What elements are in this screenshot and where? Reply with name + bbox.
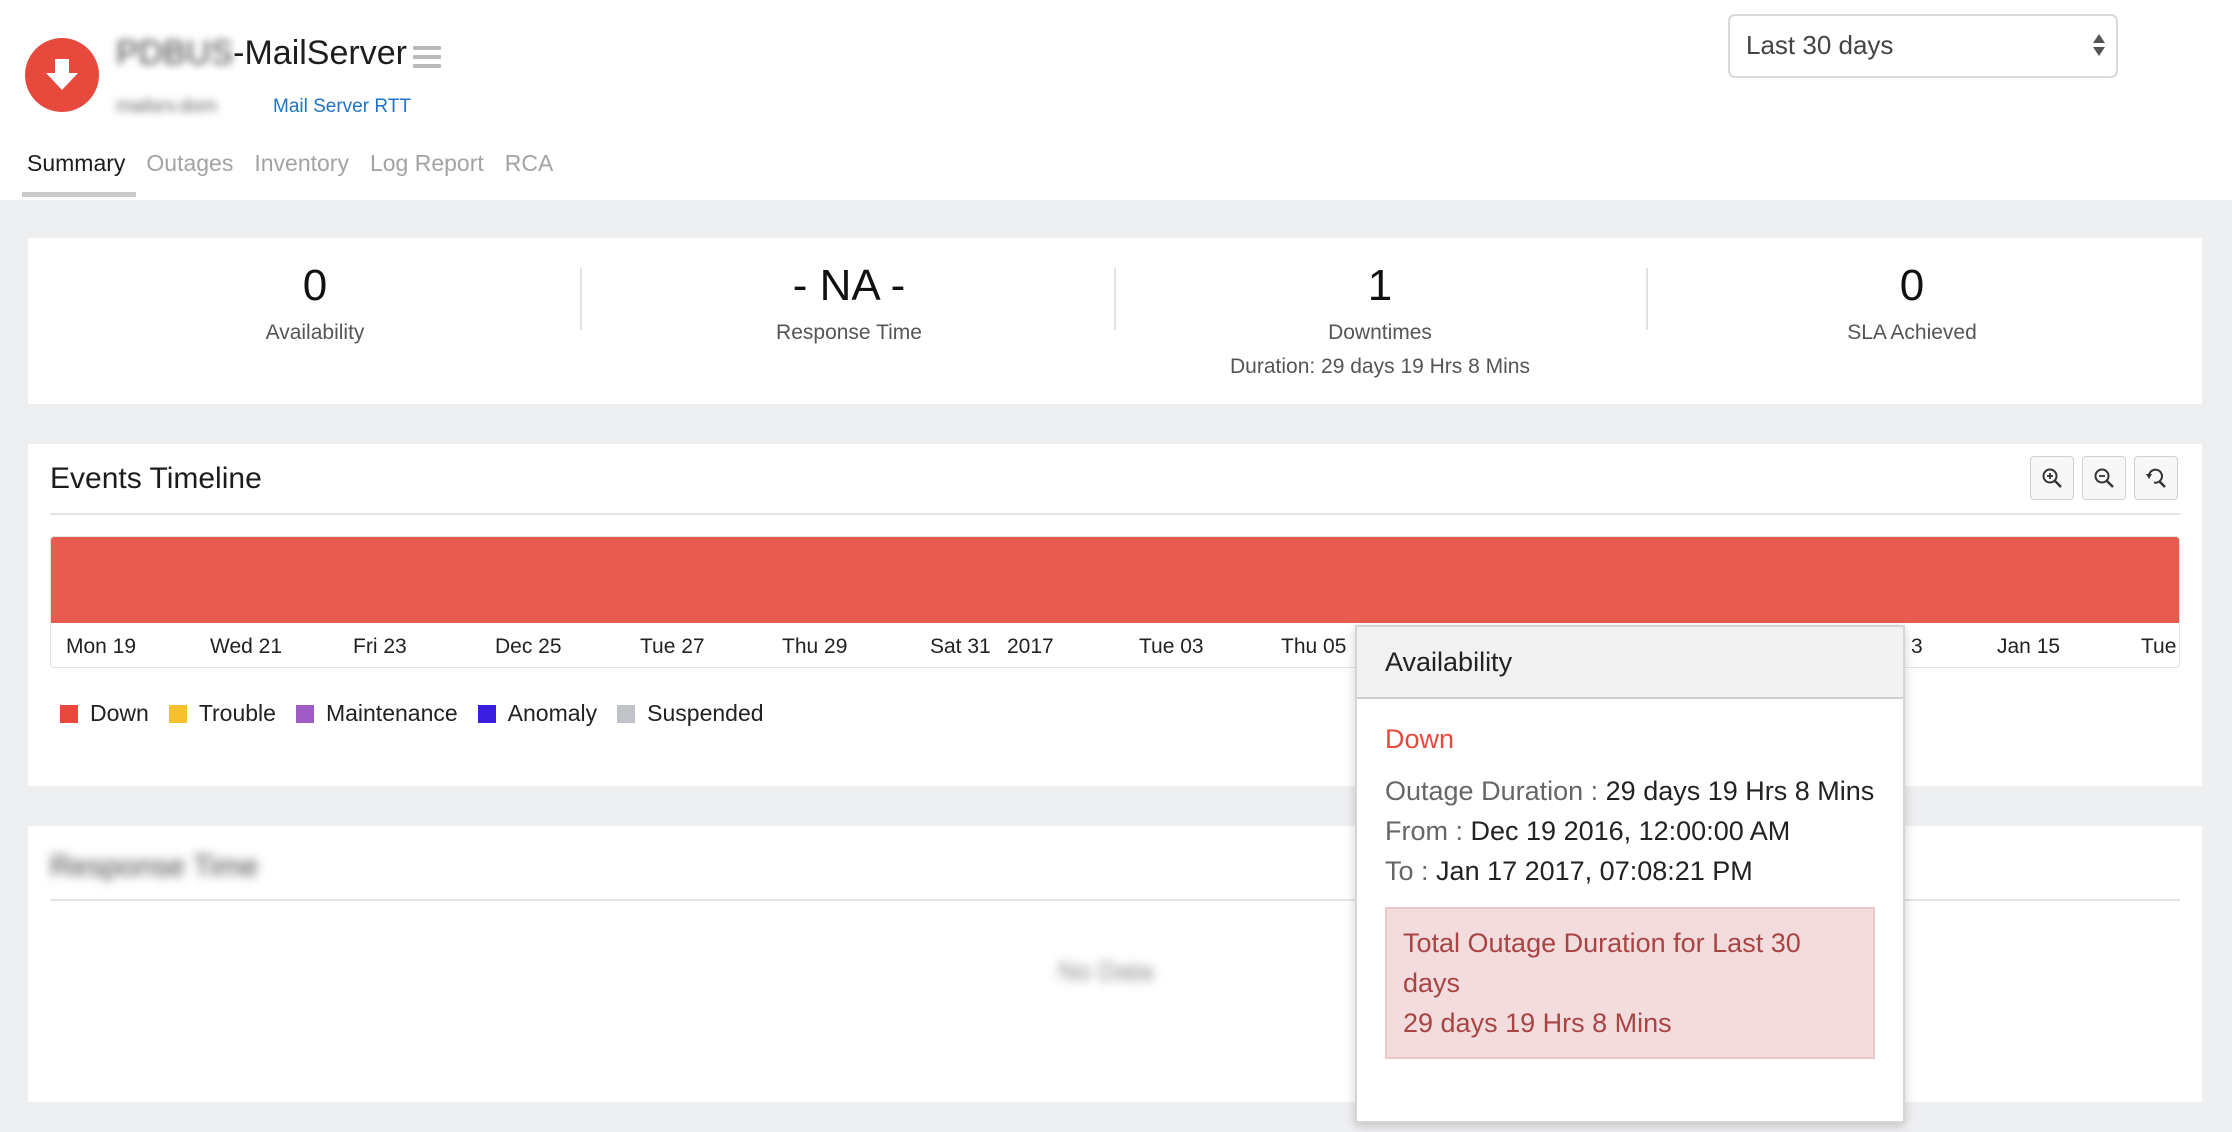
timeline-tick: Tue 27 bbox=[640, 635, 705, 658]
stat-divider bbox=[1114, 268, 1116, 330]
tooltip-total-label: Total Outage Duration for Last 30 days bbox=[1403, 928, 1801, 998]
tooltip-key: Outage Duration : bbox=[1385, 776, 1599, 806]
legend-label: Down bbox=[90, 700, 149, 726]
zoom-controls bbox=[2022, 456, 2178, 500]
legend-item-down[interactable]: Down bbox=[60, 700, 149, 727]
stat-response-time: - NA - Response Time bbox=[599, 258, 1099, 345]
legend-item-suspended[interactable]: Suspended bbox=[617, 700, 764, 727]
timeline-down-bar[interactable] bbox=[51, 537, 2179, 623]
hamburger-menu-icon[interactable] bbox=[413, 46, 441, 68]
stat-divider bbox=[1646, 268, 1648, 330]
timeline-tick: Thu 05 bbox=[1281, 635, 1347, 658]
events-timeline-title: Events Timeline bbox=[50, 462, 262, 495]
tooltip-key: From : bbox=[1385, 816, 1463, 846]
timeline-tick: Thu 29 bbox=[782, 635, 848, 658]
tooltip-header: Availability bbox=[1357, 627, 1903, 699]
arrow-down-icon bbox=[46, 59, 78, 90]
monitor-title-main: -MailServer bbox=[233, 34, 407, 72]
timeline-legend: Down Trouble Maintenance Anomaly Suspend… bbox=[60, 700, 784, 727]
timeline-tick: 3 bbox=[1911, 635, 1923, 658]
stat-value: 0 bbox=[1899, 261, 1925, 310]
monitor-title: PDBUS-MailServer bbox=[116, 34, 407, 73]
zoom-in-button[interactable] bbox=[2030, 456, 2074, 500]
stat-downtimes: 1 Downtimes Duration: 29 days 19 Hrs 8 M… bbox=[1130, 258, 1630, 379]
tooltip-value: Jan 17 2017, 07:08:21 PM bbox=[1436, 856, 1753, 886]
legend-item-anomaly[interactable]: Anomaly bbox=[477, 700, 598, 727]
tab-summary[interactable]: Summary bbox=[22, 144, 137, 200]
legend-label: Anomaly bbox=[507, 700, 598, 726]
stat-availability: 0 Availability bbox=[65, 258, 565, 345]
timeline-tick: Jan 15 bbox=[1997, 635, 2061, 658]
zoom-out-button[interactable] bbox=[2082, 456, 2126, 500]
stat-label: SLA Achieved bbox=[1847, 321, 1977, 344]
tooltip-body: Down Outage Duration : 29 days 19 Hrs 8 … bbox=[1357, 699, 1903, 1079]
timeline-tick: 2017 bbox=[1007, 635, 1054, 658]
tooltip-total-value: 29 days 19 Hrs 8 Mins bbox=[1403, 1008, 1672, 1038]
period-select-value: Last 30 days bbox=[1746, 30, 1894, 60]
tooltip-value: Dec 19 2016, 12:00:00 AM bbox=[1470, 816, 1791, 846]
monitor-host: mailsrv.dom bbox=[116, 96, 217, 117]
tab-inventory[interactable]: Inventory bbox=[249, 144, 354, 200]
monitor-title-prefix: PDBUS bbox=[116, 34, 234, 72]
tab-rca[interactable]: RCA bbox=[500, 144, 559, 200]
timeline-tick: Fri 23 bbox=[353, 635, 407, 658]
stat-label: Downtimes bbox=[1328, 321, 1432, 344]
no-data-message: No Data bbox=[1058, 956, 1154, 986]
legend-swatch bbox=[295, 704, 314, 723]
response-time-title: Response Time bbox=[50, 850, 259, 883]
divider bbox=[50, 513, 2180, 515]
legend-swatch bbox=[60, 704, 78, 723]
legend-label: Trouble bbox=[198, 700, 276, 726]
tab-log-report[interactable]: Log Report bbox=[365, 144, 489, 200]
period-select[interactable]: Last 30 days bbox=[1728, 14, 2118, 78]
select-arrows-icon bbox=[2093, 34, 2107, 56]
tab-outages[interactable]: Outages bbox=[141, 144, 238, 200]
legend-item-trouble[interactable]: Trouble bbox=[168, 700, 276, 727]
tooltip-value: 29 days 19 Hrs 8 Mins bbox=[1605, 776, 1875, 806]
tooltip-status: Down bbox=[1385, 724, 1455, 754]
tooltip-to: To : Jan 17 2017, 07:08:21 PM bbox=[1385, 851, 1875, 891]
legend-swatch bbox=[477, 704, 496, 723]
summary-stats-panel: 0 Availability - NA - Response Time 1 Do… bbox=[28, 238, 2202, 404]
zoom-out-icon bbox=[2094, 468, 2114, 488]
timeline-tick: Tue bbox=[2141, 635, 2177, 658]
timeline-tick: Tue 03 bbox=[1139, 635, 1204, 658]
zoom-in-icon bbox=[2042, 468, 2062, 488]
legend-label: Suspended bbox=[647, 700, 764, 726]
legend-item-maintenance[interactable]: Maintenance bbox=[295, 700, 458, 727]
tooltip-outage-duration: Outage Duration : 29 days 19 Hrs 8 Mins bbox=[1385, 771, 1875, 811]
monitor-type-link[interactable]: Mail Server RTT bbox=[273, 96, 411, 118]
stat-sla-achieved: 0 SLA Achieved bbox=[1662, 258, 2162, 345]
stat-label: Availability bbox=[265, 321, 365, 344]
zoom-reset-button[interactable] bbox=[2134, 456, 2178, 500]
timeline-tick: Mon 19 bbox=[66, 635, 137, 658]
timeline-tick: Wed 21 bbox=[210, 635, 282, 658]
monitor-header: PDBUS-MailServer mailsrv.dom Mail Server… bbox=[0, 0, 2232, 200]
legend-swatch bbox=[617, 704, 636, 723]
timeline-tick: Dec 25 bbox=[495, 635, 562, 658]
zoom-reset-icon bbox=[2146, 468, 2166, 488]
availability-tooltip: Availability Down Outage Duration : 29 d… bbox=[1355, 625, 1905, 1123]
legend-label: Maintenance bbox=[325, 700, 458, 726]
stat-value: - NA - bbox=[792, 261, 906, 310]
status-down-indicator bbox=[25, 38, 99, 112]
tooltip-from: From : Dec 19 2016, 12:00:00 AM bbox=[1385, 811, 1875, 851]
timeline-tick: Sat 31 bbox=[930, 635, 991, 658]
tab-bar: Summary Outages Inventory Log Report RCA bbox=[22, 144, 569, 200]
tooltip-key: To : bbox=[1385, 856, 1429, 886]
stat-label: Response Time bbox=[776, 321, 922, 344]
stat-divider bbox=[580, 268, 582, 330]
stat-value: 1 bbox=[1367, 261, 1393, 310]
stat-downtime-duration: Duration: 29 days 19 Hrs 8 Mins bbox=[1230, 355, 1530, 378]
stat-value: 0 bbox=[302, 261, 328, 310]
tooltip-total-outage-box: Total Outage Duration for Last 30 days 2… bbox=[1385, 907, 1875, 1059]
legend-swatch bbox=[168, 704, 187, 723]
